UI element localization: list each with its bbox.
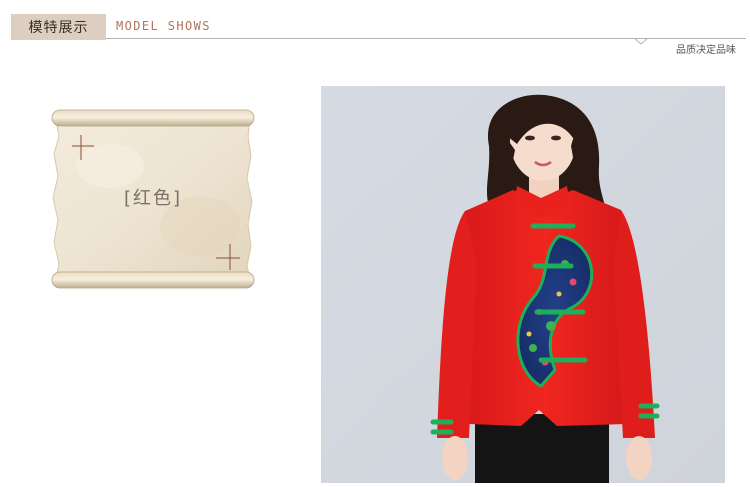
header-tagline: 品质决定品味: [676, 45, 736, 56]
section-title-en: MODEL SHOWS: [116, 19, 211, 33]
model-photo: [321, 86, 725, 483]
model-image: [321, 86, 725, 483]
divider-notch-icon: [634, 38, 648, 45]
color-label: [红色]: [123, 188, 183, 209]
color-scroll-card: [红色]: [50, 106, 256, 291]
section-title-box: 模特展示: [11, 14, 106, 40]
section-title-cn: 模特展示: [28, 20, 89, 36]
header-divider: [106, 38, 746, 39]
section-header: 模特展示 MODEL SHOWS 品质决定品味: [0, 0, 750, 60]
